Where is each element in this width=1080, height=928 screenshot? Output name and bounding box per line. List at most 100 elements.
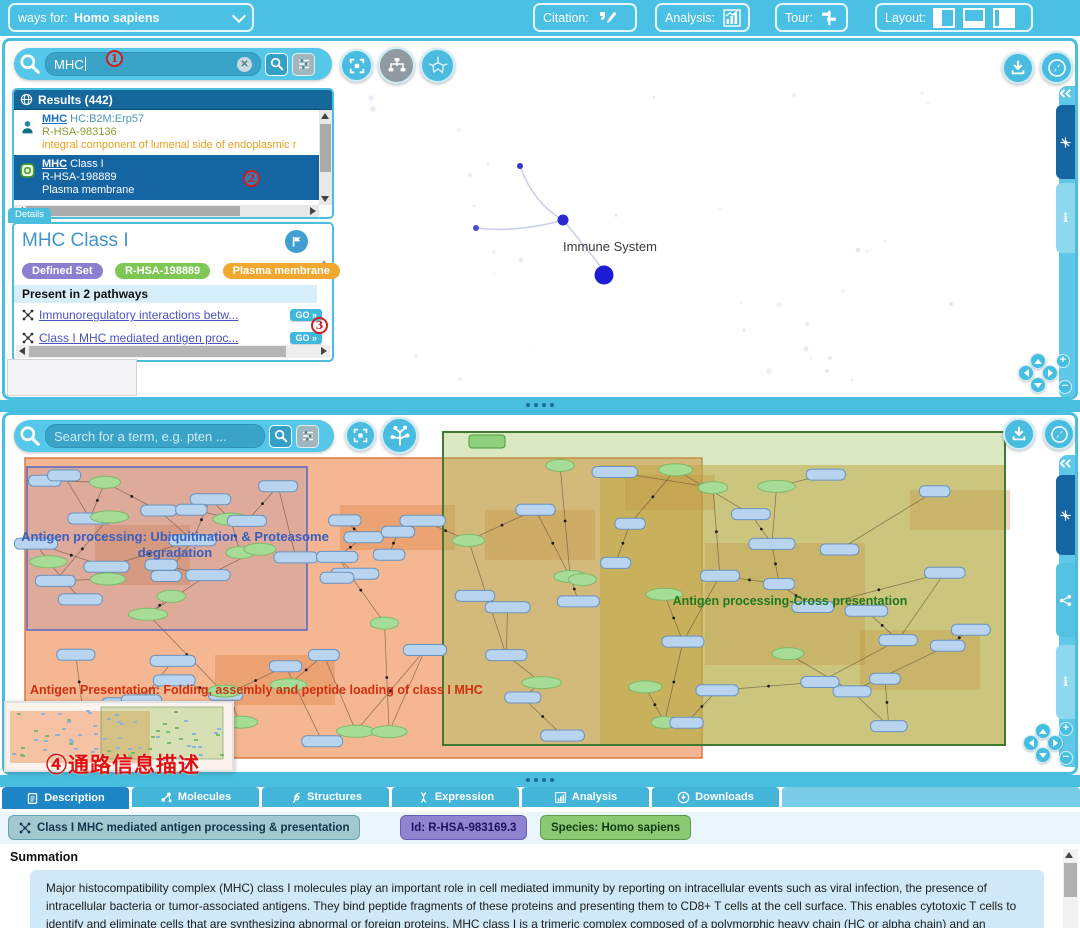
diagram-node[interactable] xyxy=(833,686,871,697)
fireworks-overview-button[interactable] xyxy=(420,48,455,83)
diagram-node[interactable] xyxy=(145,559,178,570)
diagram-node[interactable] xyxy=(557,596,599,607)
search-input[interactable]: MHC xyxy=(45,52,261,76)
diagram-node[interactable] xyxy=(931,640,966,651)
diagram-node[interactable] xyxy=(336,725,375,737)
search-filter-button[interactable] xyxy=(296,425,319,448)
diagram-node[interactable] xyxy=(373,549,405,560)
diagram-node[interactable] xyxy=(629,681,663,693)
citation-button[interactable]: Citation: xyxy=(533,3,637,32)
diagram-node[interactable] xyxy=(269,661,301,672)
diagram-node[interactable] xyxy=(259,481,298,492)
layout-option-left-icon[interactable] xyxy=(932,7,956,29)
diagram-node[interactable] xyxy=(150,655,196,666)
sidebar-tab-info[interactable]: i xyxy=(1056,183,1075,253)
diagram-node[interactable] xyxy=(615,518,645,529)
tab-downloads[interactable]: Downloads xyxy=(652,787,779,807)
diagram-node[interactable] xyxy=(485,602,530,613)
diagram-node[interactable] xyxy=(128,608,167,620)
immune-system-node[interactable] xyxy=(595,266,614,285)
result-item-selected[interactable]: MHC Class I R-HSA-198889 Plasma membrane xyxy=(14,155,319,200)
diagram-node[interactable] xyxy=(316,551,358,562)
search-submit-button[interactable] xyxy=(269,425,292,448)
diagram-node[interactable] xyxy=(568,574,596,586)
tab-analysis[interactable]: Analysis xyxy=(522,787,649,807)
diagram-node[interactable] xyxy=(879,635,918,646)
sidebar-tab-fireworks[interactable] xyxy=(1056,475,1075,555)
immune-system-label[interactable]: Immune System xyxy=(563,239,657,254)
diagram-node[interactable] xyxy=(400,515,445,526)
diagram-node[interactable] xyxy=(546,459,575,471)
tab-structures[interactable]: Structures xyxy=(262,787,389,807)
diagram-node[interactable] xyxy=(90,573,125,585)
diagram-node[interactable] xyxy=(806,469,845,480)
diagram-node[interactable] xyxy=(455,590,494,601)
diagram-node[interactable] xyxy=(190,494,231,505)
diagram-node[interactable] xyxy=(758,480,795,492)
pan-right-button[interactable] xyxy=(1047,735,1063,751)
diagram-node[interactable] xyxy=(732,509,771,520)
diagram-node[interactable] xyxy=(381,526,414,537)
hierarchy-view-button[interactable] xyxy=(378,47,415,84)
diagram-node[interactable] xyxy=(871,721,908,732)
diagram-node[interactable] xyxy=(48,470,81,481)
diagram-node[interactable] xyxy=(302,736,343,747)
results-horizontal-scrollbar[interactable] xyxy=(14,205,319,217)
diagram-node[interactable] xyxy=(141,505,177,516)
fireworks-minimap[interactable] xyxy=(7,359,137,396)
search-filter-button[interactable] xyxy=(292,53,315,76)
diagram-node[interactable] xyxy=(35,575,75,586)
layout-option-bottom-icon[interactable] xyxy=(962,7,986,29)
diagram-node[interactable] xyxy=(696,685,738,696)
diagram-node[interactable] xyxy=(749,538,795,549)
diagram-node[interactable] xyxy=(329,515,362,526)
collapse-sidebar-icon[interactable] xyxy=(1059,88,1072,99)
diagram-node[interactable] xyxy=(764,579,795,590)
layout-option-full-icon[interactable] xyxy=(992,7,1016,29)
diagram-node[interactable] xyxy=(659,464,693,476)
diagram-node[interactable] xyxy=(308,650,339,661)
diagram-node[interactable] xyxy=(592,467,638,478)
diagram-node[interactable] xyxy=(870,673,901,684)
pan-right-button[interactable] xyxy=(1042,365,1058,381)
collapse-sidebar-icon[interactable] xyxy=(1059,458,1072,469)
panel-splitter[interactable] xyxy=(0,400,1080,412)
diagram-node[interactable] xyxy=(820,544,859,555)
diagram-node[interactable] xyxy=(469,435,505,448)
download-icon[interactable] xyxy=(1002,52,1034,84)
diagram-node[interactable] xyxy=(925,567,966,578)
diagram-node[interactable] xyxy=(227,515,266,526)
diagram-node[interactable] xyxy=(951,624,990,635)
diagram-node[interactable] xyxy=(89,476,120,488)
pathway-node[interactable] xyxy=(517,163,523,169)
summation-scrollbar[interactable] xyxy=(1063,849,1078,928)
diagram-node[interactable] xyxy=(90,511,128,523)
diagram-node[interactable] xyxy=(516,504,555,515)
result-item[interactable]: MHC HC:B2M:Erp57 R-HSA-983136 integral c… xyxy=(14,110,319,155)
sidebar-tab-share[interactable] xyxy=(1056,563,1075,637)
pan-down-button[interactable] xyxy=(1035,747,1051,763)
diagram-node[interactable] xyxy=(320,572,354,583)
search-submit-button[interactable] xyxy=(265,53,288,76)
diagram-node[interactable] xyxy=(541,730,585,741)
species-selector[interactable]: ways for: Homo sapiens xyxy=(8,3,254,32)
zoom-in-button[interactable] xyxy=(1056,354,1070,368)
pathway-node[interactable] xyxy=(558,215,569,226)
diagram-node[interactable] xyxy=(670,717,703,728)
diagram-node[interactable] xyxy=(58,594,102,605)
pathway-link[interactable]: Class I MHC mediated antigen proc... xyxy=(39,331,285,345)
tab-molecules[interactable]: Molecules xyxy=(132,787,259,807)
flag-icon[interactable] xyxy=(285,230,308,253)
diagram-node[interactable] xyxy=(919,486,950,497)
pathway-link[interactable]: Immunoregulatory interactions betw... xyxy=(39,308,285,322)
tab-description[interactable]: Description xyxy=(2,787,129,809)
pathway-node[interactable] xyxy=(473,225,479,231)
diagram-node[interactable] xyxy=(244,543,276,555)
tab-expression[interactable]: Expression xyxy=(392,787,519,807)
diagram-node[interactable] xyxy=(57,649,95,660)
download-icon[interactable] xyxy=(1003,418,1035,450)
details-horizontal-scrollbar[interactable] xyxy=(16,345,330,358)
compass-icon[interactable] xyxy=(1040,51,1073,84)
diagram-node[interactable] xyxy=(700,570,739,581)
analysis-button[interactable]: Analysis: xyxy=(655,3,750,32)
